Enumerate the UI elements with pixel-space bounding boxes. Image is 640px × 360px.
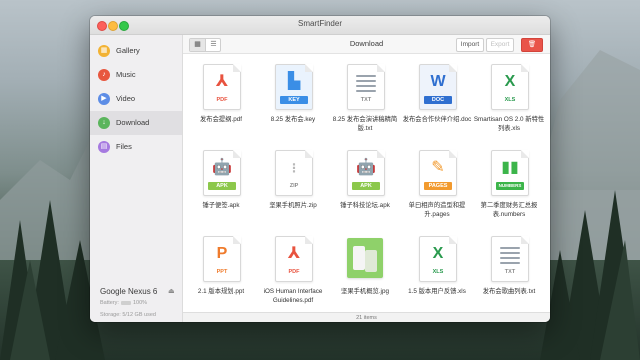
excel-icon: X XLS [419,236,457,282]
keynote-icon: ▙ KEY [275,64,313,110]
file-type-label: XLS [432,269,444,275]
file-name: 第二季度财务汇总报表.numbers [480,202,538,218]
powerpoint-icon: P PPT [203,236,241,282]
toolbar: ▦ ☰ Download Import Export 🗑 [183,35,550,54]
sidebar-item-label: Music [116,70,136,79]
file-item[interactable]: X XLS Smartisan OS 2.0 新特性列表.xls [473,54,545,140]
title-bar: SmartFinder [90,16,550,35]
sidebar-item-download[interactable]: ↓ Download [90,111,182,135]
device-battery: Battery: 100% [100,300,147,306]
file-name: Smartisan OS 2.0 新特性列表.xls [473,116,545,132]
file-item[interactable]: W DOC 发布会合作伙伴介绍.doc [401,54,473,140]
music-icon: ♪ [98,69,110,81]
pdf-icon: ⅄ PDF [203,64,241,110]
numbers-icon: ▮▮ NUMBERS [491,150,529,196]
status-bar: 21 items [183,312,550,322]
trash-icon: 🗑 [527,41,537,48]
file-name: 发布会提纲.pdf [200,116,242,123]
files-icon: ▤ [98,141,110,153]
video-icon: ▶ [98,93,110,105]
word-icon: W DOC [419,64,457,110]
file-name: 坚果手机照片.zip [269,202,317,209]
file-name: 8.25 发布会.key [270,116,316,123]
file-name: 坚果手机概览.jpg [341,288,389,295]
device-name: Google Nexus 6 [100,287,158,296]
app-window: SmartFinder ▦ Gallery ♪ Music ▶ Video ↓ … [90,16,550,322]
excel-icon: X XLS [491,64,529,110]
text-icon: TXT [491,236,529,282]
file-item[interactable]: TXT 8.25 发布会演讲稿精简版.txt [329,54,401,140]
text-icon: TXT [347,64,385,110]
file-name: iOS Human Interface Guidelines.pdf [263,288,323,304]
file-name: 发布会合作伙伴介绍.doc [402,116,472,123]
file-name: 2.1 版本规划.ppt [197,288,245,295]
sidebar-item-gallery[interactable]: ▦ Gallery [90,39,182,63]
file-name: 8.25 发布会演讲稿精简版.txt [332,116,398,132]
battery-label: Battery: [100,300,119,306]
file-item[interactable]: ⅄ PDF 发布会提纲.pdf [185,54,257,140]
import-button[interactable]: Import [456,38,484,52]
battery-icon [120,300,131,305]
file-item[interactable]: 坚果手机概览.jpg [329,226,401,312]
gallery-icon: ▦ [98,45,110,57]
file-item[interactable]: ▙ KEY 8.25 发布会.key [257,54,329,140]
file-item[interactable]: ⅄ PDF iOS Human Interface Guidelines.pdf [257,226,329,312]
zip-icon: ⋮ ZIP [275,150,313,196]
sidebar-item-video[interactable]: ▶ Video [90,87,182,111]
eject-icon[interactable]: ⏏ [168,287,175,295]
battery-value: 100% [132,300,148,306]
android-icon: 🤖 APK [203,150,241,196]
file-item[interactable]: ✎ PAGES 单曰相声的造型和提升.pages [401,140,473,226]
file-type-label: ZIP [289,183,299,189]
window-title: SmartFinder [297,19,342,28]
file-type-label: PAGES [424,182,452,190]
download-icon: ↓ [98,117,110,129]
file-type-label: APK [352,182,380,190]
file-name: 单曰相声的造型和提升.pages [408,202,466,218]
sidebar-item-label: Files [116,142,132,151]
delete-button[interactable]: 🗑 [521,38,543,52]
pages-icon: ✎ PAGES [419,150,457,196]
file-name: 发布会歌曲列表.txt [482,288,536,295]
image-thumbnail [347,236,383,280]
sidebar-item-label: Download [116,118,150,127]
sidebar-item-label: Gallery [116,46,140,55]
file-type-label: NUMBERS [496,182,524,190]
file-item[interactable]: 🤖 APK 锤子便签.apk [185,140,257,226]
file-item[interactable]: ⋮ ZIP 坚果手机照片.zip [257,140,329,226]
pdf-icon: ⅄ PDF [275,236,313,282]
device-storage: Storage: 5/12 GB used [100,312,156,318]
file-type-label: KEY [280,96,308,104]
file-name: 锤子科技论坛.apk [340,202,390,209]
file-type-label: XLS [504,97,516,103]
sidebar-item-label: Video [116,94,136,103]
file-type-label: TXT [360,97,372,103]
sidebar-item-files[interactable]: ▤ Files [90,135,182,159]
file-type-label: PDF [288,269,300,275]
file-name: 1.5 版本用户反馈.xls [408,288,466,295]
file-item[interactable]: X XLS 1.5 版本用户反馈.xls [401,226,473,312]
file-type-label: TXT [504,269,516,275]
file-type-label: PPT [216,269,228,275]
file-item[interactable]: P PPT 2.1 版本规划.ppt [185,226,257,312]
android-icon: 🤖 APK [347,150,385,196]
file-item[interactable]: 🤖 APK 锤子科技论坛.apk [329,140,401,226]
file-name: 锤子便签.apk [202,202,240,209]
sidebar-item-music[interactable]: ♪ Music [90,63,182,87]
file-item[interactable]: ▮▮ NUMBERS 第二季度财务汇总报表.numbers [473,140,545,226]
sidebar: ▦ Gallery ♪ Music ▶ Video ↓ Download ▤ F… [90,35,183,322]
file-item[interactable]: TXT 发布会歌曲列表.txt [473,226,545,312]
file-type-label: APK [208,182,236,190]
file-type-label: DOC [424,96,452,104]
file-grid: ⅄ PDF 发布会提纲.pdf ▙ KEY 8.25 发布会.key TXT 8… [183,54,550,312]
export-button[interactable]: Export [486,38,514,52]
file-type-label: PDF [216,97,228,103]
